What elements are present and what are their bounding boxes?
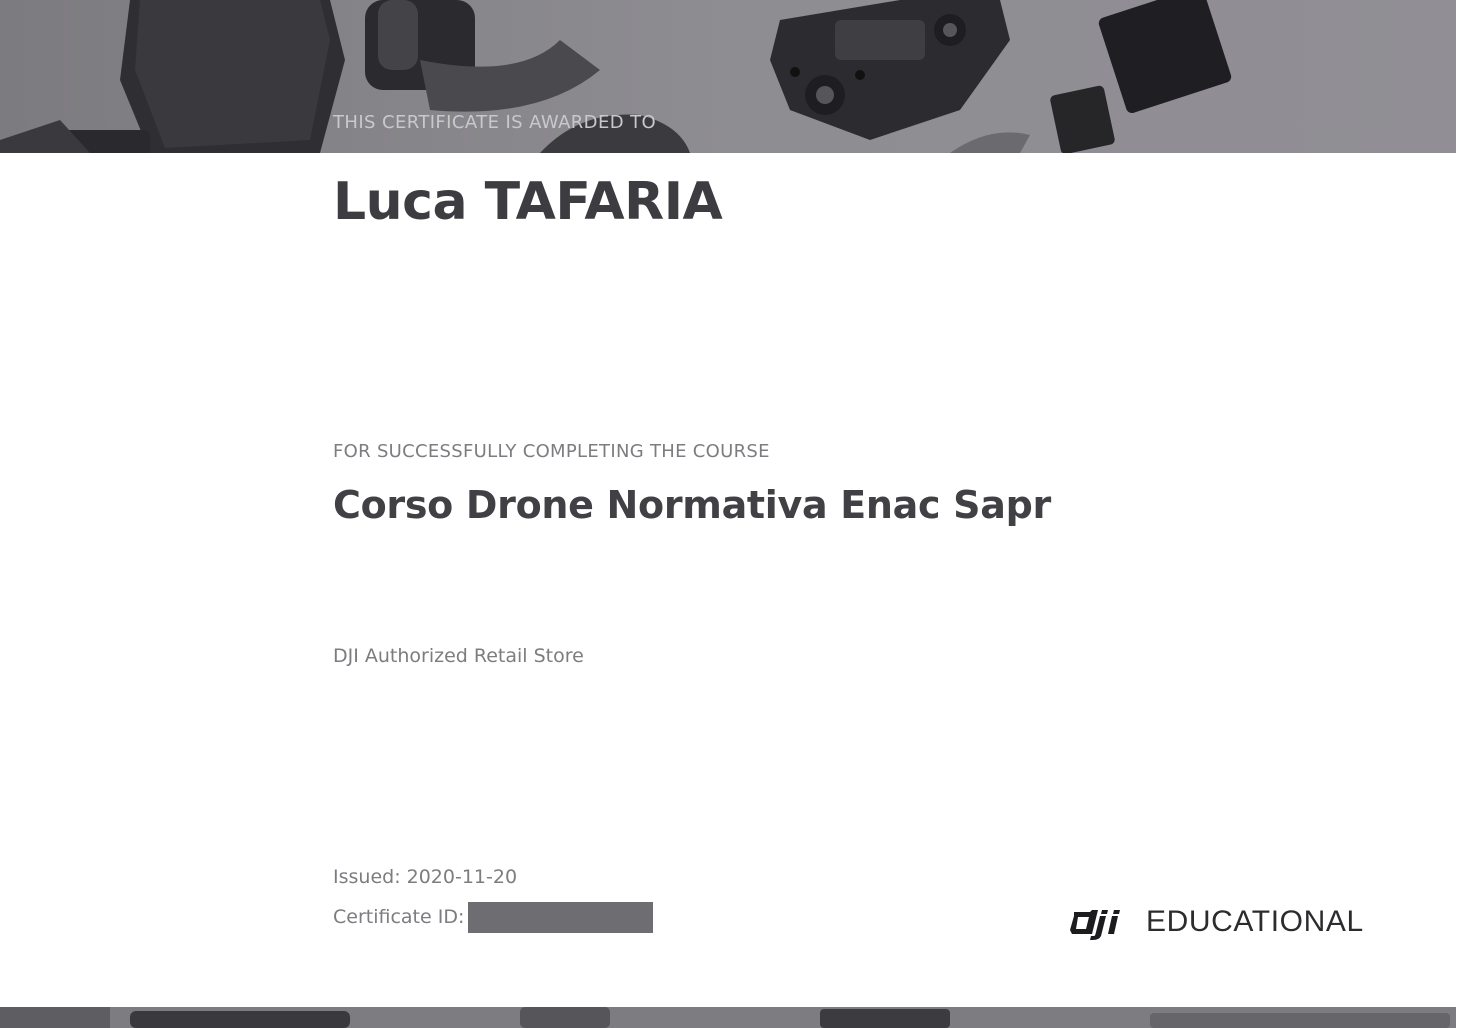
dji-logo-icon — [1070, 910, 1120, 940]
header-banner-image — [0, 0, 1456, 153]
issuer-name: DJI Authorized Retail Store — [333, 645, 584, 667]
drone-accessories-photo — [0, 0, 1456, 153]
recipient-name: Luca TAFARIA — [333, 172, 723, 232]
dji-educational-logo: EDUCATIONAL — [1068, 902, 1364, 942]
certificate-id-redacted — [468, 902, 653, 933]
drone-accessories-photo — [0, 1007, 1456, 1028]
certificate-id-label: Certificate ID: — [333, 906, 465, 928]
course-name: Corso Drone Normativa Enac Sapr — [333, 483, 1051, 527]
awarded-label: THIS CERTIFICATE IS AWARDED TO — [333, 112, 657, 133]
course-label: FOR SUCCESSFULLY COMPLETING THE COURSE — [333, 441, 770, 462]
logo-text: EDUCATIONAL — [1146, 905, 1364, 938]
issued-date: Issued: 2020-11-20 — [333, 866, 518, 888]
footer-banner-image — [0, 1007, 1456, 1028]
